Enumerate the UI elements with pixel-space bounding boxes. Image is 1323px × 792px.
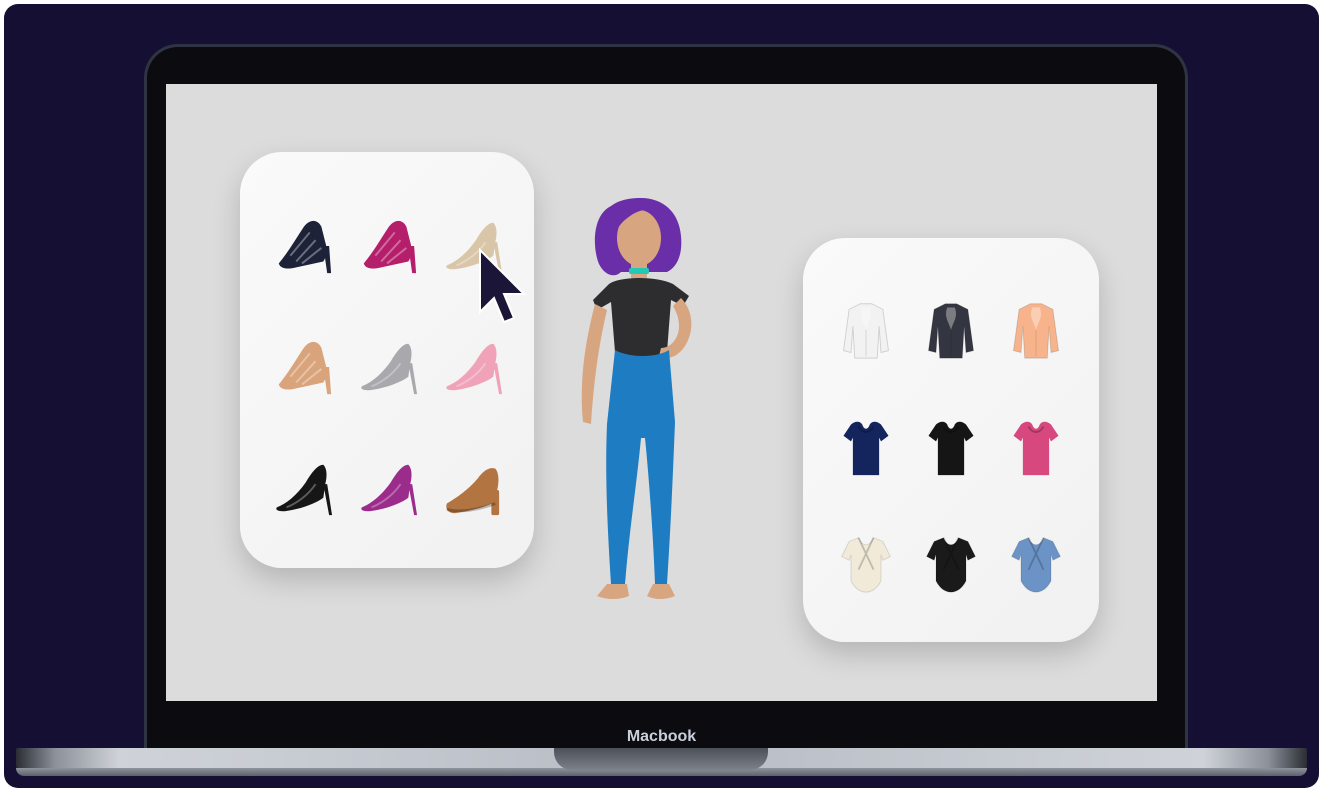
avatar-figure [571,192,721,613]
pump-heel-icon [361,464,418,515]
pump-heel-icon [361,343,418,395]
top-option[interactable] [908,389,993,506]
avatar-figure-icon [581,198,692,599]
ruffle-blouse-icon [927,303,975,359]
pump-heel-icon [276,464,333,515]
top-option[interactable] [823,272,908,389]
top-option[interactable] [908,505,993,622]
top-grid [823,272,1079,622]
device-label: Macbook [626,728,697,745]
laptop-screen [166,84,1157,701]
wrap-bodysuit-icon [840,536,891,593]
cap-sleeve-top-icon [843,421,889,476]
ruffle-blouse-icon [1013,303,1060,359]
top-option[interactable] [994,505,1079,622]
top-option[interactable] [994,389,1079,506]
mouse-pointer-icon [476,246,532,331]
laptop-notch [554,748,768,770]
shoe-option[interactable] [429,427,514,548]
shoe-selection-panel [240,152,534,568]
top-selection-panel [803,238,1099,642]
shoe-option[interactable] [345,307,430,428]
strappy-sandal-heel-icon [279,341,332,395]
shoe-option[interactable] [260,307,345,428]
shoe-grid [260,186,514,548]
wrap-bodysuit-icon [925,536,976,593]
platform-pump-icon [445,467,499,515]
ruffle-blouse-icon [842,303,889,359]
shoe-option[interactable] [260,186,345,307]
wrap-bodysuit-icon [1011,536,1062,593]
top-option[interactable] [994,272,1079,389]
top-option[interactable] [823,389,908,506]
cap-sleeve-top-icon [928,421,974,476]
pump-heel-icon [445,343,502,395]
strappy-sandal-heel-icon [363,221,417,274]
top-option[interactable] [823,505,908,622]
cap-sleeve-top-icon [1013,421,1059,476]
shoe-option[interactable] [260,427,345,548]
shoe-option[interactable] [345,427,430,548]
strappy-sandal-heel-icon [279,221,332,274]
top-option[interactable] [908,272,993,389]
shoe-option[interactable] [345,186,430,307]
device-frame: Macbook [4,4,1319,788]
